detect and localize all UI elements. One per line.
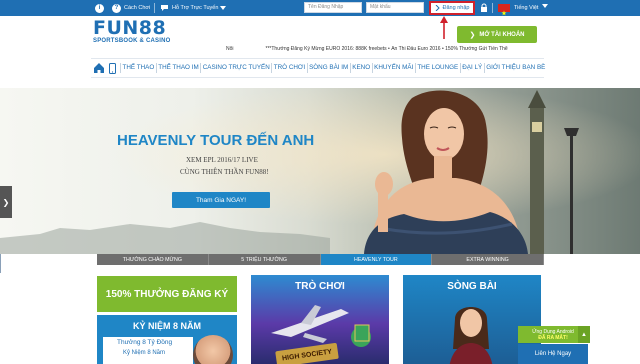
anniversary-line-1: Thưởng 8 Tỷ Đồng [117,339,173,346]
register-button[interactable]: ❯ MỞ TÀI KHOẢN [457,26,537,43]
vietnam-flag-icon[interactable] [498,4,510,16]
mobile-icon [109,62,116,74]
login-button[interactable]: Đăng nhập [429,1,475,15]
nav-item-keno[interactable]: KENO [349,63,372,73]
lock-icon[interactable] [480,3,488,13]
nav-item-im-casino[interactable]: SÒNG BÀI IM [306,63,350,73]
login-label: Đăng nhập [442,5,470,11]
chevron-right-icon: ❯ [469,31,476,39]
divider [154,3,155,13]
nav-item-live-casino[interactable]: CASINO TRỰC TUYẾN [200,63,271,73]
join-now-label: Tham Gia NGAY! [195,196,247,204]
chevron-right-icon: ❯ [2,197,10,207]
news-ticker[interactable]: Nổi ***Thưởng Đăng Ký Mừng EURO 2016: 888… [226,46,542,52]
top-bar: i ? Cách Chơi Hỗ Trợ Trực Tuyến Tên Đăng… [0,0,640,16]
nav-item-im-sports[interactable]: THỂ THAO IM [155,63,200,73]
nav-item-sports[interactable]: THỂ THAO [120,63,156,73]
anniversary-title: KỶ NIỆM 8 NĂM [132,321,201,331]
slider-tab-heavenly-tour[interactable]: HEAVENLY TOUR [320,254,433,265]
help-link[interactable]: ? Cách Chơi [112,0,150,16]
slider-tabs: THƯỞNG CHÀO MỪNG 5 TRIỆU THƯỞNG HEAVENLY… [97,254,544,265]
hero-scene [0,90,579,254]
arrow-up-icon [440,16,448,39]
nav-item-games[interactable]: TRÒ CHƠI [271,63,306,73]
page: i ? Cách Chơi Hỗ Trợ Trực Tuyến Tên Đăng… [0,0,640,364]
welcome-bonus-tile[interactable]: 150% THƯỞNG ĐĂNG KÝ [97,276,237,312]
nav-item-promotions[interactable]: KHUYẾN MÃI [371,63,415,73]
chat-icon [161,5,168,11]
nav-item-affiliate[interactable]: ĐẠI LÝ [459,63,484,73]
main-nav: THỂ THAO THỂ THAO IM CASINO TRỰC TUYẾN T… [91,58,547,78]
android-app-line-2: ĐÃ RA MẮT! [538,335,568,341]
promo-model-image [193,335,233,364]
mobile-button[interactable] [109,61,116,75]
logo-text: FUN88 [93,17,167,39]
chevron-down-icon [220,5,227,10]
slider-tab-extra-winning[interactable]: EXTRA WINNING [432,254,544,265]
logo-subtitle: SPORTSBOOK & CASINO [93,38,171,44]
language-selector[interactable]: Tiếng Việt [514,0,548,16]
register-label: MỞ TÀI KHOẢN [479,31,525,38]
support-label: Hỗ Trợ Trực Tuyến [172,5,219,11]
casino-title: SÒNG BÀI [447,281,497,292]
divider [492,3,493,13]
games-tile[interactable]: TRÒ CHƠI HIGH SOCIETY [251,275,389,364]
hero-subtitle-1: XEM EPL 2016/17 LIVE [186,156,258,164]
password-input[interactable]: Mật khẩu [366,2,424,13]
home-button[interactable] [93,61,105,75]
help-label: Cách Chơi [124,5,151,11]
chevron-right-icon [435,5,440,11]
username-input[interactable]: Tên Đăng Nhập [304,2,362,13]
home-icon [94,63,104,73]
hero-banner[interactable]: HEAVENLY TOUR ĐẾN ANH XEM EPL 2016/17 LI… [0,88,640,254]
chevron-up-icon[interactable]: ▲ [578,326,590,343]
hero-title: HEAVENLY TOUR ĐẾN ANH [117,132,315,149]
help-icon: ? [112,3,121,13]
anniversary-panel: Thưởng 8 Tỷ Đồng Kỷ Niệm 8 Năm [103,337,193,364]
join-now-button[interactable]: Tham Gia NGAY! [172,192,270,208]
casino-dealer-image [449,307,493,364]
logo[interactable]: FUN88 SPORTSBOOK & CASINO [93,17,171,45]
anniversary-line-2: Kỷ Niệm 8 Năm [123,350,166,356]
info-button[interactable]: i [95,0,104,16]
welcome-bonus-label: 150% THƯỞNG ĐĂNG KÝ [105,288,229,300]
slider-tab-welcome[interactable]: THƯỞNG CHÀO MỪNG [97,254,209,265]
support-link[interactable]: Hỗ Trợ Trực Tuyến [160,0,227,16]
chevron-down-icon [542,4,548,8]
slider-tab-5-million[interactable]: 5 TRIỆU THƯỞNG [208,254,321,265]
info-icon: i [95,3,104,13]
slider-prev-button[interactable]: ❯ [0,186,12,218]
nav-item-lounge[interactable]: THE LOUNGE [414,63,460,73]
hero-subtitle-2: CÙNG THIÊN THẦN FUN88! [180,168,269,176]
contact-now-label: Liên Hệ Ngay [534,351,572,357]
nav-item-refer-friend[interactable]: GIỚI THIỆU BẠN BÈ [483,63,547,73]
language-label: Tiếng Việt [514,5,539,11]
ticker-text: ***Thưởng Đăng Ký Mừng EURO 2016: 888K f… [265,46,508,52]
contact-now-button[interactable]: Liên Hệ Ngay [518,344,588,364]
ticker-prefix: Nổi [226,46,234,52]
anniversary-tile[interactable]: KỶ NIỆM 8 NĂM Thưởng 8 Tỷ Đồng Kỷ Niệm 8… [97,315,237,364]
